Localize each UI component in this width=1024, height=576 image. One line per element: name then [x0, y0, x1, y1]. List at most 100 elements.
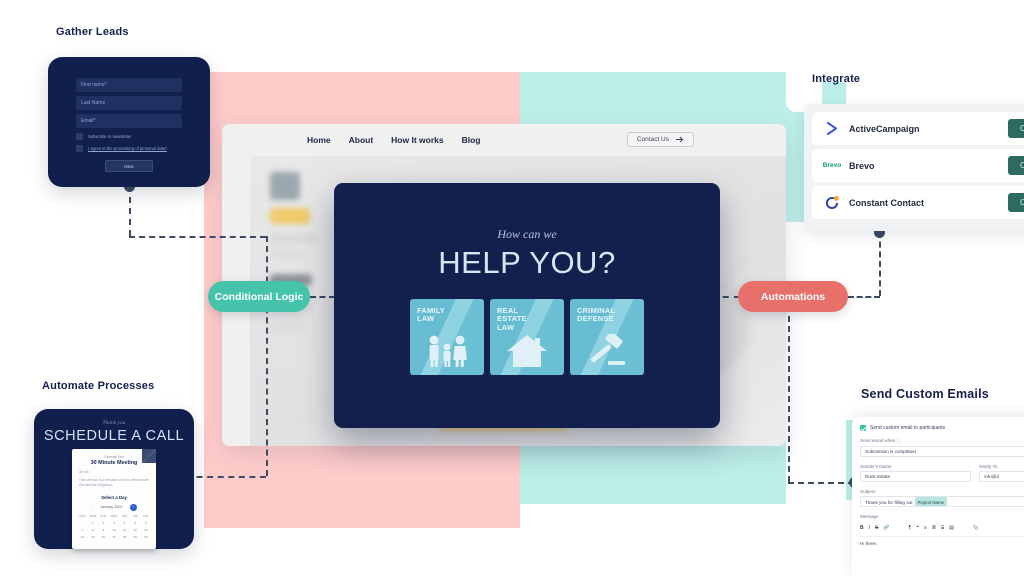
calendar-day[interactable]: 12: [130, 528, 141, 532]
contact-us-button[interactable]: Contact Us: [626, 132, 694, 147]
integration-name: Constant Contact: [849, 197, 924, 208]
schedule-title: SCHEDULE A CALL: [43, 428, 185, 444]
toolbar-button[interactable]: I: [869, 525, 870, 531]
section-title-integrate: Integrate: [812, 73, 861, 85]
calendar-day[interactable]: 15: [88, 535, 99, 539]
calendar-day[interactable]: 5: [130, 521, 141, 525]
practice-card-family-law[interactable]: FAMILY LAW: [410, 299, 484, 375]
blurred-element: [270, 324, 304, 332]
calendar-weekday: SUN: [79, 513, 86, 518]
integration-row-constant-contact[interactable]: Constant Contact Connect: [812, 186, 1024, 219]
consent-label: I agree to the processing of personal da…: [88, 146, 167, 151]
activecampaign-icon: [824, 121, 840, 137]
message-body[interactable]: Hi there,: [860, 536, 1024, 546]
calendar-day[interactable]: 14: [77, 535, 88, 539]
info-icon[interactable]: ⓘ: [897, 438, 902, 443]
toolbar-button[interactable]: 🔗: [883, 525, 889, 531]
site-nav-link[interactable]: Blog: [462, 135, 481, 145]
calendar-day[interactable]: 8: [88, 528, 99, 532]
blurred-element: [270, 250, 306, 258]
calendar-day[interactable]: 18: [119, 535, 130, 539]
calendar-day[interactable]: 3: [109, 521, 120, 525]
toolbar-button[interactable]: ≡: [924, 525, 927, 531]
integration-row-activecampaign[interactable]: ActiveCampaign Connect: [812, 112, 1024, 145]
message-label: Message: [860, 514, 879, 519]
toolbar-button[interactable]: 📎: [973, 525, 979, 531]
blurred-element: [270, 234, 316, 243]
toolbar-button[interactable]: ❝: [916, 525, 919, 531]
toolbar-button[interactable]: S: [875, 525, 878, 531]
connect-button[interactable]: Connect: [1008, 193, 1024, 212]
site-nav-link[interactable]: Home: [307, 135, 331, 145]
toolbar-button[interactable]: B: [860, 525, 864, 531]
connect-button[interactable]: Connect: [1008, 156, 1024, 175]
sender-name-label: Sender's Name: [860, 464, 892, 469]
subject-merge-tag[interactable]: Project Name: [914, 497, 948, 506]
calendar-day[interactable]: 20: [140, 535, 151, 539]
pill-automations[interactable]: Automations: [738, 281, 848, 312]
email-settings-panel: Send custom email to participants Send e…: [852, 417, 1024, 576]
toolbar-button[interactable]: ≣: [932, 525, 936, 531]
practice-area-cards: FAMILY LAW REAL ESTATE LAW CRIMINAL DEFE…: [334, 299, 720, 375]
gavel-icon: [591, 334, 625, 365]
enable-custom-email-checkbox[interactable]: [860, 425, 866, 431]
site-nav-link[interactable]: How It works: [391, 135, 443, 145]
email-input[interactable]: Email*: [76, 114, 182, 128]
calendar-day[interactable]: 1: [88, 521, 99, 525]
calendar-description: This calendar is a template and is to de…: [79, 478, 149, 487]
toolbar-button[interactable]: ▤: [949, 525, 954, 531]
calendar-day[interactable]: 17: [109, 535, 120, 539]
calendar-prev-icon[interactable]: ‹: [91, 505, 92, 510]
connector-lead-down: [129, 186, 131, 236]
send-when-select[interactable]: Submission is completed: [860, 446, 1024, 457]
calendar-next-icon[interactable]: ›: [130, 503, 138, 511]
modal-title: HELP YOU?: [438, 245, 616, 280]
calendar-day[interactable]: 11: [119, 528, 130, 532]
next-button[interactable]: Next: [105, 160, 153, 172]
calendar-day[interactable]: 6: [140, 521, 151, 525]
connector-auto-right: [848, 296, 880, 298]
newsletter-checkbox[interactable]: [76, 133, 83, 140]
calendar-weekday: TUE: [100, 513, 107, 518]
calendar-weekday: WED: [110, 513, 118, 518]
first-name-input[interactable]: First name*: [76, 78, 182, 92]
calendar-day[interactable]: 19: [130, 535, 141, 539]
calendar-weekday: MON: [89, 513, 97, 518]
subject-label: Subject: [860, 489, 876, 494]
site-nav-link[interactable]: About: [349, 135, 374, 145]
connector-integrate-down: [879, 232, 881, 296]
connector-left-vertical: [266, 236, 268, 476]
modal-eyebrow: How can we: [497, 227, 557, 241]
calendar-duration: 30 min: [79, 470, 89, 474]
sender-replyto-row: Sender's Name Dunk Estate Reply-To info@…: [860, 457, 1024, 482]
enable-custom-email-row[interactable]: Send custom email to participants: [860, 425, 1024, 431]
calendar-day[interactable]: 16: [98, 535, 109, 539]
pill-conditional-logic[interactable]: Conditional Logic: [208, 281, 310, 312]
connector-right-vertical: [788, 296, 790, 482]
calendar-corner-decoration: [142, 449, 156, 463]
calendar-day[interactable]: 10: [109, 528, 120, 532]
toolbar-button[interactable]: ⌸: [941, 525, 944, 531]
reply-to-input[interactable]: info@d: [979, 471, 1024, 482]
calendar-day[interactable]: 4: [119, 521, 130, 525]
calendar-day[interactable]: 2: [98, 521, 109, 525]
site-nav-links[interactable]: Home About How It works Blog: [307, 135, 481, 145]
subject-input[interactable]: Thank you for filling out Project Name: [860, 496, 1024, 507]
message-toolbar[interactable]: B I S 🔗 ¶ ❝ ≡ ≣ ⌸ ▤ 📎: [860, 522, 1024, 533]
house-icon: [507, 335, 547, 367]
contact-us-label: Contact Us: [636, 136, 669, 143]
integration-row-brevo[interactable]: Brevo Brevo Connect: [812, 149, 1024, 182]
calendar-grid[interactable]: SUN MON TUE WED THU FRI SAT 1 2 3 4 5 6 7 8 9 10 11 12 13 14…: [77, 514, 151, 539]
practice-card-real-estate-law[interactable]: REAL ESTATE LAW: [490, 299, 564, 375]
calendar-day[interactable]: 9: [98, 528, 109, 532]
calendar-day[interactable]: 13: [140, 528, 151, 532]
sender-name-input[interactable]: Dunk Estate: [860, 471, 972, 482]
practice-card-criminal-defense[interactable]: CRIMINAL DEFENSE: [570, 299, 644, 375]
calendar-widget[interactable]: Calendly Test 30 Minute Meeting 30 min T…: [72, 449, 156, 549]
connect-button[interactable]: Connect: [1008, 119, 1024, 138]
calendar-day[interactable]: 7: [77, 528, 88, 532]
toolbar-button[interactable]: ¶: [909, 525, 912, 531]
send-when-text: Send email when: [860, 438, 896, 443]
consent-checkbox[interactable]: [76, 145, 83, 152]
last-name-input[interactable]: Last Name: [76, 96, 182, 110]
